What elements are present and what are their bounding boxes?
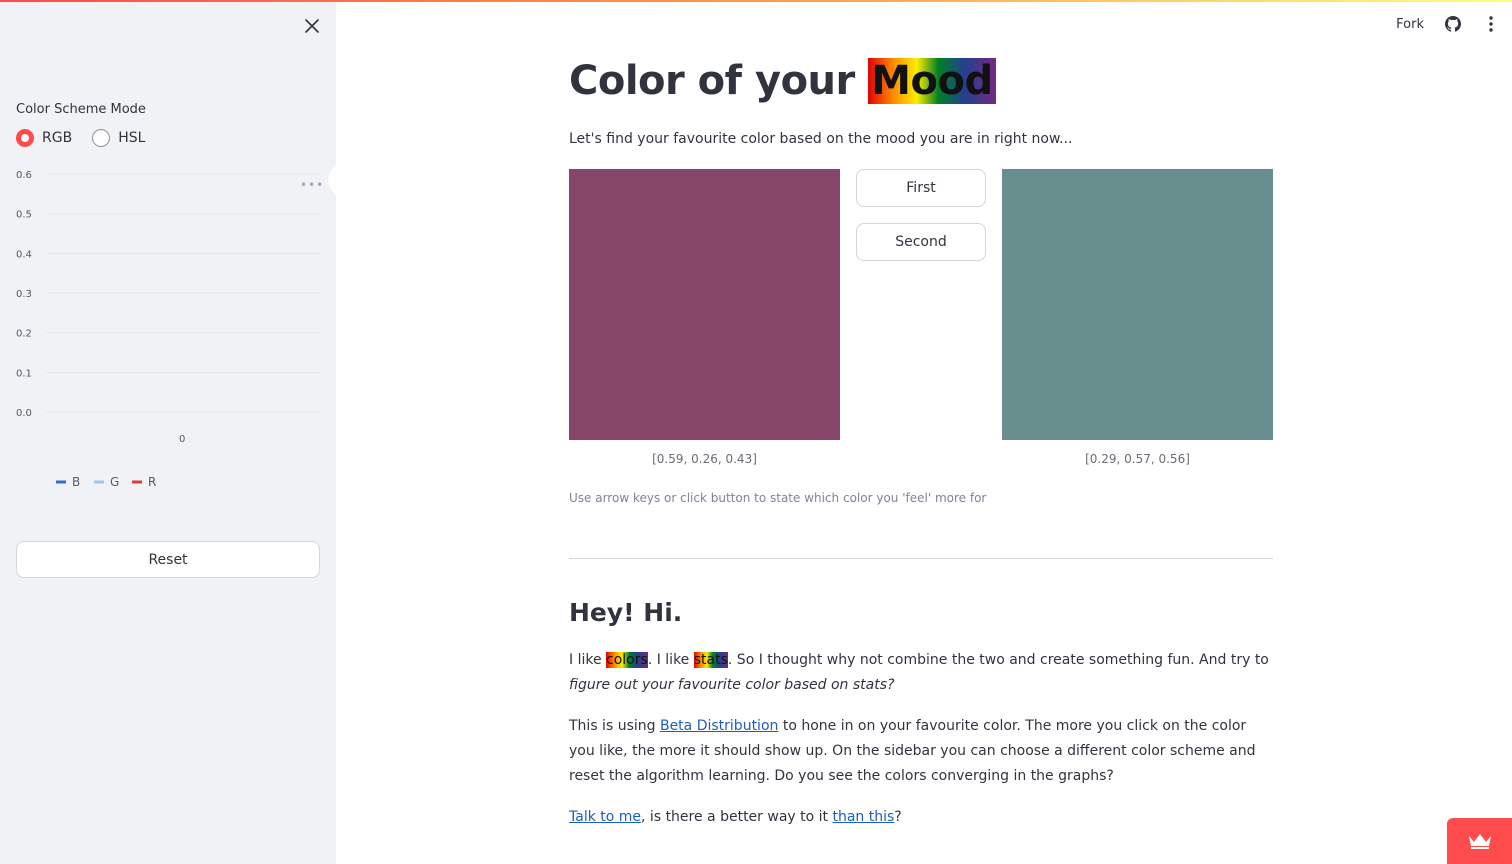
y-tick-label: 0.5 [16,210,32,221]
radio-rgb-label: RGB [42,130,73,146]
close-icon [305,19,319,33]
legend-label-b: B [72,475,80,489]
emphasis-text: figure out your favourite color based on… [569,677,895,693]
right-color-caption: [0.29, 0.57, 0.56] [1085,452,1190,466]
main-menu-button[interactable] [1482,12,1500,36]
y-tick-label: 0.3 [16,289,32,300]
distribution-chart-svg: 0.6 0.5 0.4 0.3 0.2 0.1 0.0 0 B G R [16,170,320,489]
second-button[interactable]: Second [856,223,986,261]
text: This is using [569,718,660,734]
instruction-hint: Use arrow keys or click button to state … [569,491,987,505]
color-scheme-radio-group: RGB HSL [16,129,145,147]
page-title: Color of your Mood [569,58,996,104]
section-divider [569,558,1273,559]
fork-link[interactable]: Fork [1396,17,1424,32]
title-prefix: Color of your [569,58,869,104]
sidebar-chart: 0.6 0.5 0.4 0.3 0.2 0.1 0.0 0 B G R ••• [10,160,328,500]
top-decoration-bar [0,0,1512,2]
github-icon [1445,16,1461,32]
y-tick-label: 0.4 [16,249,32,260]
right-color-swatch[interactable] [1002,169,1273,440]
sidebar: Color Scheme Mode RGB HSL 0.6 0.5 0.4 0.3 0.… [0,0,336,864]
y-tick-label: 0.0 [16,408,32,419]
first-button[interactable]: First [856,169,986,207]
x-tick-label: 0 [179,434,185,445]
radio-unselected-icon [92,129,111,147]
than-this-link[interactable]: than this [832,809,894,825]
page-subtitle: Let's find your favourite color based on… [569,131,1073,147]
explanation-paragraph: This is using Beta Distribution to hone … [569,714,1273,789]
radio-hsl[interactable]: HSL [92,129,145,147]
radio-hsl-label: HSL [118,130,146,146]
section-heading: Hey! Hi. [569,598,683,627]
streamlit-badge[interactable] [1447,818,1512,864]
text: ? [894,809,902,825]
radio-selected-icon [16,129,34,147]
left-color-caption: [0.59, 0.26, 0.43] [652,452,757,466]
radio-rgb[interactable]: RGB [16,129,72,147]
close-sidebar-button[interactable] [300,14,324,38]
kebab-menu-icon [1489,16,1493,32]
highlight-stats: stats [693,652,728,668]
text: , is there a better way to it [641,809,833,825]
legend-label-g: G [110,475,119,489]
color-scheme-label: Color Scheme Mode [16,102,146,117]
y-tick-label: 0.2 [16,329,32,340]
left-color-swatch[interactable] [569,169,840,440]
talk-to-me-link[interactable]: Talk to me [569,809,641,825]
text: . So I thought why not combine the two a… [727,652,1269,668]
title-highlight: Mood [868,58,996,104]
app-header-actions: Fork [1396,12,1500,36]
legend-label-r: R [148,475,156,489]
text: I like [569,652,607,668]
contact-paragraph: Talk to me, is there a better way to it … [569,805,1273,830]
highlight-colors: colors [606,652,648,668]
text: . I like [647,652,694,668]
crown-icon [1468,834,1491,849]
github-button[interactable] [1444,12,1462,36]
intro-paragraph: I like colors. I like stats. So I though… [569,648,1273,698]
y-tick-label: 0.6 [16,170,32,181]
chart-more-icon[interactable]: ••• [300,178,324,192]
reset-button[interactable]: Reset [16,541,320,578]
y-tick-label: 0.1 [16,368,32,379]
beta-distribution-link[interactable]: Beta Distribution [660,718,778,734]
